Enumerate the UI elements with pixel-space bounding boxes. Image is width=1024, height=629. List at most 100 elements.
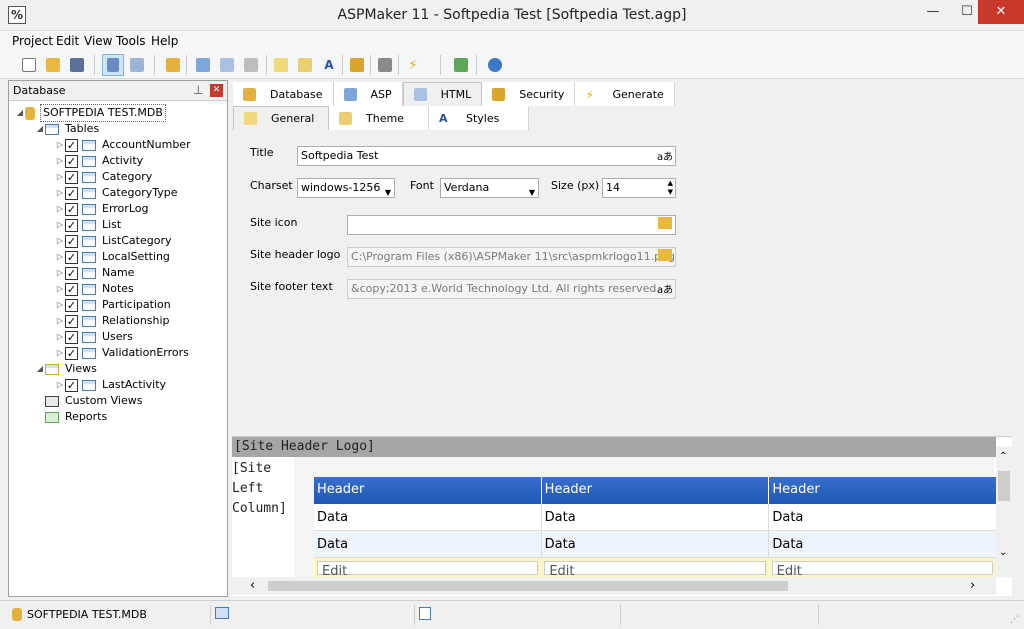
resize-grip-icon[interactable]: ⋰ bbox=[1010, 615, 1019, 625]
list-view-icon[interactable] bbox=[126, 54, 148, 76]
expand-icon[interactable]: ▷ bbox=[55, 313, 65, 329]
tree-table-item[interactable]: ▷ ✓ Name bbox=[15, 265, 225, 281]
checkbox[interactable]: ✓ bbox=[65, 218, 78, 232]
horizontal-scrollbar[interactable]: ‹ › bbox=[232, 577, 996, 595]
checkbox[interactable]: ✓ bbox=[65, 234, 78, 248]
font-select[interactable]: Verdana ▼ bbox=[440, 178, 539, 198]
minimize-button[interactable]: — bbox=[916, 0, 950, 24]
tab-theme[interactable]: Theme bbox=[329, 106, 429, 130]
expand-icon[interactable]: ▷ bbox=[55, 329, 65, 345]
preview-edit-input[interactable]: Edit bbox=[544, 561, 766, 578]
chevron-left-icon[interactable]: ‹ bbox=[250, 578, 255, 593]
menu-edit[interactable]: Edit bbox=[56, 34, 79, 48]
expand-icon[interactable]: ▷ bbox=[55, 185, 65, 201]
sync-icon[interactable] bbox=[450, 54, 472, 76]
collapse-icon[interactable]: ◢ bbox=[15, 105, 25, 121]
folder-icon[interactable] bbox=[658, 249, 672, 261]
close-panel-icon[interactable]: ✕ bbox=[210, 84, 223, 97]
checkbox[interactable]: ✓ bbox=[65, 378, 78, 392]
menu-help[interactable]: Help bbox=[151, 34, 178, 48]
tree-views[interactable]: ◢ Views bbox=[15, 361, 225, 377]
title-input[interactable]: Softpedia Test bbox=[297, 146, 676, 166]
expand-icon[interactable]: ▷ bbox=[55, 201, 65, 217]
tab-security[interactable]: Security bbox=[482, 82, 576, 106]
tab-styles[interactable]: A Styles bbox=[429, 106, 529, 130]
charset-select[interactable]: windows-1256 ▼ bbox=[297, 178, 395, 198]
close-button[interactable]: ✕ bbox=[978, 0, 1024, 24]
help-icon[interactable] bbox=[484, 54, 506, 76]
expand-icon[interactable]: ▷ bbox=[55, 249, 65, 265]
checkbox[interactable]: ✓ bbox=[65, 330, 78, 344]
preview-edit-input[interactable]: Edit bbox=[771, 561, 993, 578]
general-icon[interactable] bbox=[270, 54, 292, 76]
vertical-scrollbar[interactable]: ⌃ ⌄ bbox=[996, 447, 1012, 577]
spinner-arrows-icon[interactable]: ▲ ▼ bbox=[668, 179, 673, 197]
tree-table-item[interactable]: ▷ ✓ CategoryType bbox=[15, 185, 225, 201]
tree-custom-views[interactable]: Custom Views bbox=[15, 393, 225, 409]
tree-view-icon[interactable] bbox=[102, 54, 124, 76]
save-icon[interactable] bbox=[66, 54, 88, 76]
size-spinner[interactable]: 14 ▲ ▼ bbox=[602, 178, 676, 198]
template-icon[interactable] bbox=[374, 54, 396, 76]
translate-icon[interactable]: aあ bbox=[657, 281, 673, 296]
checkbox[interactable]: ✓ bbox=[65, 298, 78, 312]
tree-table-item[interactable]: ▷ ✓ ListCategory bbox=[15, 233, 225, 249]
scroll-thumb[interactable] bbox=[998, 471, 1010, 501]
expand-icon[interactable]: ▷ bbox=[55, 297, 65, 313]
checkbox[interactable]: ✓ bbox=[65, 186, 78, 200]
tab-asp[interactable]: ASP bbox=[333, 82, 403, 106]
h-scroll-thumb[interactable] bbox=[268, 581, 788, 591]
header-logo-input[interactable]: C:\Program Files (x86)\ASPMaker 11\src\a… bbox=[347, 247, 676, 267]
checkbox[interactable]: ✓ bbox=[65, 138, 78, 152]
checkbox[interactable]: ✓ bbox=[65, 202, 78, 216]
expand-icon[interactable]: ▷ bbox=[55, 265, 65, 281]
tree-table-item[interactable]: ▷ ✓ AccountNumber bbox=[15, 137, 225, 153]
menu-project[interactable]: Project bbox=[12, 34, 53, 48]
expand-icon[interactable]: ▷ bbox=[55, 281, 65, 297]
chevron-up-icon[interactable]: ⌃ bbox=[999, 451, 1007, 462]
tree-reports[interactable]: Reports bbox=[15, 409, 225, 425]
expand-icon[interactable]: ▷ bbox=[55, 153, 65, 169]
tree-table-item[interactable]: ▷ ✓ Relationship bbox=[15, 313, 225, 329]
tab-general[interactable]: General bbox=[233, 106, 329, 130]
menu-view[interactable]: View bbox=[84, 34, 112, 48]
open-icon[interactable] bbox=[42, 54, 64, 76]
checkbox[interactable]: ✓ bbox=[65, 282, 78, 296]
menu-tools[interactable]: Tools bbox=[116, 34, 146, 48]
tree-table-item[interactable]: ▷ ✓ ErrorLog bbox=[15, 201, 225, 217]
tree-table-item[interactable]: ▷ ✓ LocalSetting bbox=[15, 249, 225, 265]
security-icon[interactable] bbox=[346, 54, 368, 76]
checkbox[interactable]: ✓ bbox=[65, 266, 78, 280]
collapse-icon[interactable]: ◢ bbox=[35, 361, 45, 377]
tab-html[interactable]: HTML bbox=[402, 82, 483, 106]
new-icon[interactable] bbox=[18, 54, 40, 76]
chevron-down-icon[interactable]: ⌄ bbox=[999, 547, 1007, 558]
html-icon[interactable] bbox=[216, 54, 238, 76]
footer-input[interactable]: &copy;2013 e.World Technology Ltd. All r… bbox=[347, 279, 676, 299]
tab-database[interactable]: Database bbox=[233, 82, 334, 106]
preview-edit-input[interactable]: Edit bbox=[317, 561, 539, 578]
tree-table-item[interactable]: ▷ ✓ Participation bbox=[15, 297, 225, 313]
expand-icon[interactable]: ▷ bbox=[55, 377, 65, 393]
collapse-icon[interactable]: ◢ bbox=[35, 121, 45, 137]
checkbox[interactable]: ✓ bbox=[65, 314, 78, 328]
translate-icon[interactable]: aあ bbox=[657, 148, 673, 163]
tree-table-item[interactable]: ▷ ✓ Notes bbox=[15, 281, 225, 297]
styles-icon[interactable]: A bbox=[318, 54, 340, 76]
expand-icon[interactable]: ▷ bbox=[55, 233, 65, 249]
tree-table-item[interactable]: ▷ ✓ ValidationErrors bbox=[15, 345, 225, 361]
generate-icon[interactable]: ⚡ bbox=[402, 54, 424, 76]
expand-icon[interactable]: ▷ bbox=[55, 169, 65, 185]
tree-tables[interactable]: ◢ Tables bbox=[15, 121, 225, 137]
pin-icon[interactable]: ⊥ bbox=[193, 83, 203, 97]
chevron-right-icon[interactable]: › bbox=[970, 578, 975, 593]
asp-icon[interactable] bbox=[192, 54, 214, 76]
tree-table-item[interactable]: ▷ ✓ Activity bbox=[15, 153, 225, 169]
folder-icon[interactable] bbox=[658, 217, 672, 229]
tree-root[interactable]: ◢ SOFTPEDIA TEST.MDB bbox=[15, 104, 225, 122]
checkbox[interactable]: ✓ bbox=[65, 250, 78, 264]
checkbox[interactable]: ✓ bbox=[65, 170, 78, 184]
expand-icon[interactable]: ▷ bbox=[55, 217, 65, 233]
checkbox[interactable]: ✓ bbox=[65, 346, 78, 360]
tab-generate[interactable]: ⚡ Generate bbox=[575, 82, 675, 106]
